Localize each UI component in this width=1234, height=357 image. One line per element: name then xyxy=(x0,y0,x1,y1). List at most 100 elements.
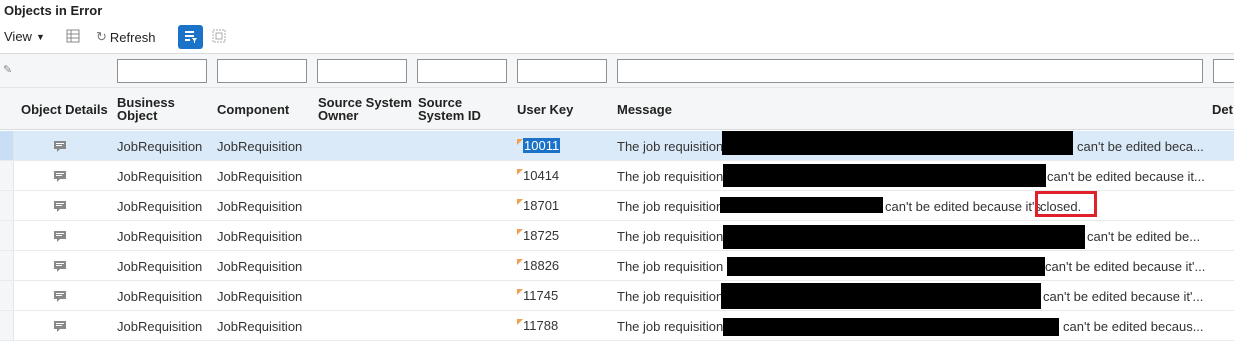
caret-down-icon: ▼ xyxy=(35,32,45,42)
filter-component[interactable] xyxy=(217,59,307,83)
table-row[interactable]: JobRequisition JobRequisition 18725 The … xyxy=(0,221,1234,251)
col-component[interactable]: Component xyxy=(217,103,289,116)
cell-user-key[interactable]: 18701 xyxy=(517,198,559,213)
object-details-icon[interactable] xyxy=(53,320,67,332)
cell-user-key[interactable]: 11788 xyxy=(517,318,558,333)
view-menu-button[interactable]: View ▼ xyxy=(4,29,45,44)
table-row[interactable]: JobRequisition JobRequisition 11788 The … xyxy=(0,311,1234,341)
cell-component: JobRequisition xyxy=(217,169,303,184)
cell-business-object: JobRequisition xyxy=(117,199,203,214)
cell-component: JobRequisition xyxy=(217,139,303,154)
cell-message-suffix: can't be edited beca... xyxy=(1077,139,1204,154)
col-details[interactable]: Det xyxy=(1212,103,1233,116)
page-title: Objects in Error xyxy=(4,3,103,18)
table-row[interactable]: JobRequisition JobRequisition 18826 The … xyxy=(0,251,1234,281)
col-source-system-owner[interactable]: Source System Owner xyxy=(318,96,413,122)
user-key-value: 18826 xyxy=(523,258,560,273)
cell-business-object: JobRequisition xyxy=(117,139,203,154)
cell-component: JobRequisition xyxy=(217,229,303,244)
redaction-bar xyxy=(723,225,1085,249)
refresh-label: Refresh xyxy=(109,29,156,45)
cell-message-suffix: can't be edited because it... xyxy=(1047,169,1205,184)
cell-message-prefix: The job requisition xyxy=(617,229,724,244)
cell-message-prefix: The job requisition xyxy=(617,139,724,154)
detach-icon[interactable] xyxy=(210,27,228,45)
cell-message-prefix: The job requisition xyxy=(617,319,724,334)
object-details-icon[interactable] xyxy=(53,260,67,272)
object-details-icon[interactable] xyxy=(53,290,67,302)
cell-component: JobRequisition xyxy=(217,259,303,274)
view-label: View xyxy=(4,29,32,44)
object-details-icon[interactable] xyxy=(53,200,67,212)
col-source-system-id[interactable]: Source System ID xyxy=(418,96,498,122)
cell-message-suffix: can't be edited because it'... xyxy=(1045,259,1206,274)
cell-message-prefix: The job requisition xyxy=(617,259,724,274)
cell-business-object: JobRequisition xyxy=(117,229,203,244)
cell-component: JobRequisition xyxy=(217,199,303,214)
cell-business-object: JobRequisition xyxy=(117,319,203,334)
filter-business-object[interactable] xyxy=(117,59,207,83)
cell-user-key[interactable]: 18725 xyxy=(517,228,559,243)
cell-business-object: JobRequisition xyxy=(117,169,203,184)
query-by-example-button[interactable] xyxy=(178,25,203,49)
header-row: Object Details Business Object Component… xyxy=(0,88,1234,130)
table-row[interactable]: JobRequisition JobRequisition 10011 The … xyxy=(0,131,1234,161)
cell-component: JobRequisition xyxy=(217,289,303,304)
col-object-details[interactable]: Object Details xyxy=(21,103,108,116)
filter-message[interactable] xyxy=(617,59,1203,83)
user-key-value: 18725 xyxy=(523,228,560,243)
edit-pencil-icon: ✎ xyxy=(3,64,13,76)
table-row[interactable]: JobRequisition JobRequisition 18701 The … xyxy=(0,191,1234,221)
object-details-icon[interactable] xyxy=(53,230,67,242)
filter-details[interactable] xyxy=(1213,59,1234,83)
user-key-value: 11745 xyxy=(523,288,559,303)
cell-message-suffix: can't be edited becaus... xyxy=(1063,319,1204,334)
cell-message-suffix: can't be edited be... xyxy=(1087,229,1201,244)
redaction-bar xyxy=(723,164,1046,187)
row-selector[interactable] xyxy=(0,311,14,340)
row-selector[interactable] xyxy=(0,191,14,220)
row-selector[interactable] xyxy=(0,281,14,310)
filter-row: ✎ xyxy=(0,53,1234,88)
col-user-key[interactable]: User Key xyxy=(517,103,573,116)
filter-source-system-owner[interactable] xyxy=(317,59,407,83)
row-selector[interactable] xyxy=(0,221,14,250)
cell-business-object: JobRequisition xyxy=(117,259,203,274)
redaction-bar xyxy=(720,197,883,213)
cell-message-suffix: can't be edited because it'... xyxy=(1043,289,1204,304)
user-key-value: 11788 xyxy=(523,318,559,333)
refresh-button[interactable]: ↻ Refresh xyxy=(96,29,155,45)
cell-message-prefix: The job requisition xyxy=(617,199,724,214)
table-row[interactable]: JobRequisition JobRequisition 11745 The … xyxy=(0,281,1234,311)
cell-user-key[interactable]: 18826 xyxy=(517,258,559,273)
redaction-bar xyxy=(721,283,1041,309)
cell-business-object: JobRequisition xyxy=(117,289,203,304)
cell-user-key[interactable]: 10011 xyxy=(517,138,561,153)
user-key-value: 10011 xyxy=(523,138,561,153)
cell-message-suffix: can't be edited because it's xyxy=(885,199,1042,214)
row-selector[interactable] xyxy=(0,161,14,190)
freeze-columns-icon[interactable] xyxy=(64,27,82,45)
filter-user-key[interactable] xyxy=(517,59,607,83)
cell-message-prefix: The job requisition xyxy=(617,289,724,304)
cell-component: JobRequisition xyxy=(217,319,303,334)
col-message[interactable]: Message xyxy=(617,103,672,116)
filter-icon xyxy=(184,31,197,43)
row-selector[interactable] xyxy=(0,251,14,280)
cell-message-prefix: The job requisition xyxy=(617,169,724,184)
table-row[interactable]: JobRequisition JobRequisition 10414 The … xyxy=(0,161,1234,191)
user-key-value: 10414 xyxy=(523,168,560,183)
object-details-icon[interactable] xyxy=(53,140,67,152)
refresh-icon: ↻ xyxy=(96,29,107,44)
col-business-object[interactable]: Business Object xyxy=(117,96,197,122)
annotation-highlight-box xyxy=(1035,191,1097,217)
row-selector[interactable] xyxy=(0,131,14,160)
object-details-icon[interactable] xyxy=(53,170,67,182)
user-key-value: 18701 xyxy=(523,198,560,213)
toolbar: View ▼ ↻ Refresh xyxy=(0,25,300,51)
redaction-bar xyxy=(727,257,1045,276)
cell-user-key[interactable]: 10414 xyxy=(517,168,559,183)
filter-source-system-id[interactable] xyxy=(417,59,507,83)
cell-user-key[interactable]: 11745 xyxy=(517,288,558,303)
redaction-bar xyxy=(723,318,1059,336)
